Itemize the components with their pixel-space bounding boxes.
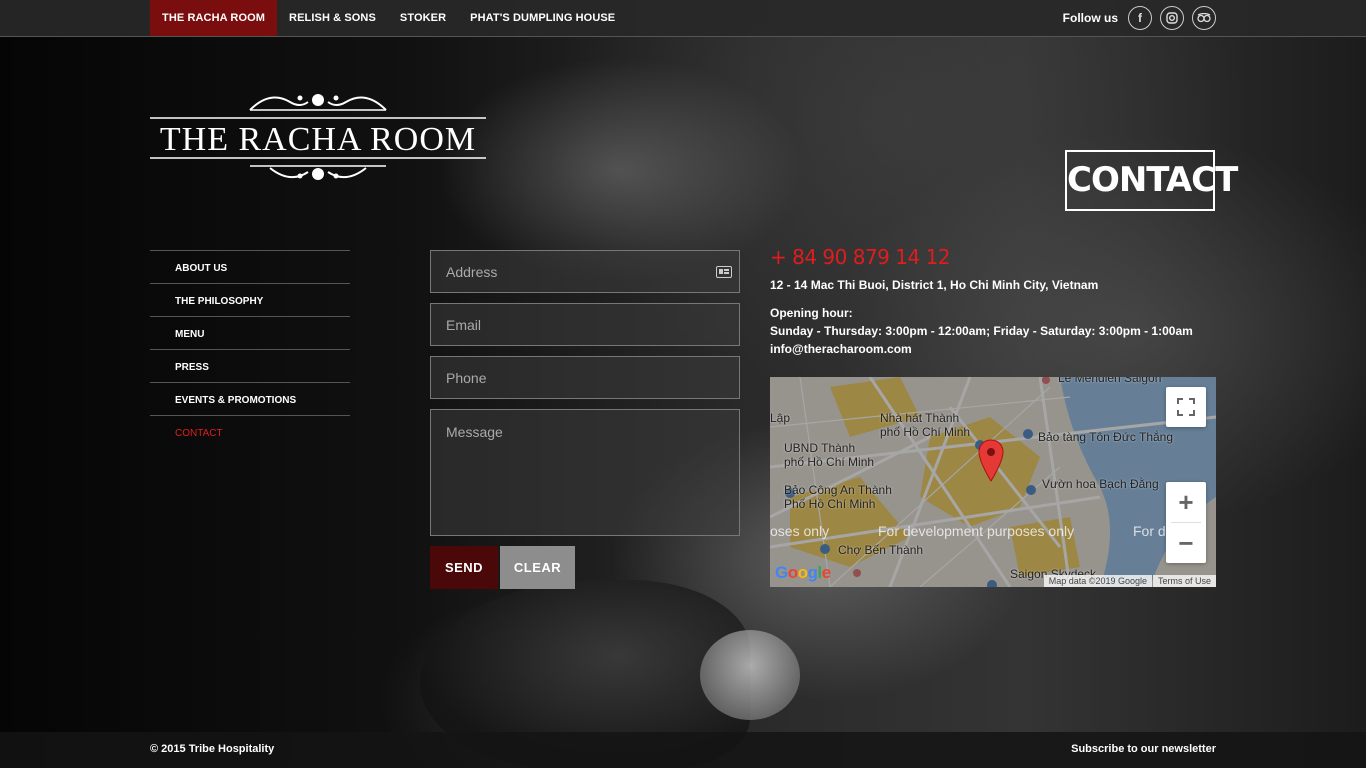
contact-info: + 84 90 879 14 12 12 - 14 Mac Thi Buoi, … (770, 244, 1220, 356)
address-field-wrapper (430, 250, 740, 293)
clear-button[interactable]: CLEAR (500, 546, 575, 589)
map-data-credit: Map data ©2019 Google (1043, 575, 1152, 587)
message-textarea[interactable] (431, 410, 739, 535)
map-label-vuon-hoa: Vườn hoa Bạch Đằng (1042, 477, 1159, 491)
side-menu-menu[interactable]: MENU (150, 317, 350, 350)
map-dev-watermark-left: oses only (770, 523, 830, 539)
map-label-le-meridien: Le Meridien Saigon (1058, 377, 1162, 385)
map-label-bao-tang: Bảo tàng Tôn Đức Thắng (1038, 430, 1174, 444)
map-label-ubnd-2: phố Hồ Chí Minh (784, 455, 875, 469)
side-menu-press[interactable]: PRESS (150, 350, 350, 383)
logo-text: THE RACHA ROOM (159, 121, 477, 158)
message-field-wrapper (430, 409, 740, 536)
side-menu-about-us[interactable]: ABOUT US (150, 251, 350, 284)
zoom-control: + − (1166, 482, 1206, 563)
opening-hours-label: Opening hour: (770, 306, 853, 320)
terms-of-use-link[interactable]: Terms of Use (1152, 575, 1216, 587)
logo[interactable]: THE RACHA ROOM (150, 88, 486, 190)
phone-input[interactable] (431, 357, 739, 398)
footer: © 2015 Tribe Hospitality Subscribe to ou… (0, 732, 1366, 768)
tripadvisor-icon[interactable] (1192, 6, 1216, 30)
follow-us: Follow us f (1063, 5, 1216, 31)
map-marker-icon[interactable] (978, 439, 1004, 483)
side-menu: ABOUT US THE PHILOSOPHY MENU PRESS EVENT… (150, 250, 350, 449)
map-attribution: Map data ©2019 Google Terms of Use (1043, 575, 1216, 587)
map-label-ubnd: UBND Thành (784, 441, 856, 455)
send-button[interactable]: SEND (430, 546, 498, 589)
top-nav-the-racha-room[interactable]: THE RACHA ROOM (150, 0, 278, 36)
google-logo[interactable]: Google (775, 563, 831, 583)
fullscreen-icon (1177, 398, 1195, 416)
top-nav-relish-sons[interactable]: RELISH & SONS (277, 0, 388, 36)
top-nav-stoker[interactable]: STOKER (388, 0, 458, 36)
phone-number[interactable]: + 84 90 879 14 12 (770, 244, 1220, 270)
instagram-icon[interactable] (1160, 6, 1184, 30)
map-label-nha-hat: Nhà hát Thành (880, 411, 960, 425)
form-buttons: SEND CLEAR (430, 546, 740, 589)
map-dev-watermark-right: For d (1133, 523, 1166, 539)
page-title: CONTACT (1065, 150, 1238, 211)
address-card-icon (716, 266, 732, 278)
follow-us-label: Follow us (1062, 11, 1118, 25)
opening-hours: Sunday - Thursday: 3:00pm - 12:00am; Fri… (770, 324, 1193, 338)
map-label-lap: Lập (770, 411, 791, 425)
newsletter-link[interactable]: Subscribe to our newsletter (1071, 743, 1216, 755)
zoom-out-button[interactable]: − (1166, 523, 1206, 563)
side-menu-the-philosophy[interactable]: THE PHILOSOPHY (150, 284, 350, 317)
map-label-cho-ben-thanh: Chợ Bến Thành (838, 543, 924, 557)
phone-field-wrapper (430, 356, 740, 399)
map-label-bao-cong-an: Bảo Công An Thành (784, 483, 892, 497)
zoom-in-button[interactable]: + (1166, 482, 1206, 522)
contact-form: SEND CLEAR (430, 250, 740, 589)
copyright: © 2015 Tribe Hospitality (150, 743, 275, 755)
email-link[interactable]: info@theracharoom.com (770, 342, 1220, 356)
google-map[interactable]: Lập Nhà hát Thành phố Hồ Chí Minh UBND T… (770, 377, 1216, 587)
fullscreen-button[interactable] (1166, 387, 1206, 427)
top-nav: THE RACHA ROOM RELISH & SONS STOKER PHAT… (150, 0, 627, 36)
top-bar: THE RACHA ROOM RELISH & SONS STOKER PHAT… (0, 0, 1366, 37)
side-menu-events-promotions[interactable]: EVENTS & PROMOTIONS (150, 383, 350, 416)
address-input[interactable] (431, 251, 739, 292)
map-label-bao-cong-an-2: Phố Hồ Chí Minh (784, 497, 876, 511)
street-address: 12 - 14 Mac Thi Buoi, District 1, Ho Chi… (770, 278, 1099, 292)
map-dev-watermark: For development purposes only (878, 523, 1075, 539)
map-label-nha-hat-2: phố Hồ Chí Minh (880, 425, 971, 439)
background-bowl (700, 630, 800, 720)
email-input[interactable] (431, 304, 739, 345)
side-menu-contact[interactable]: CONTACT (150, 416, 350, 449)
top-nav-phats-dumpling-house[interactable]: PHAT'S DUMPLING HOUSE (458, 0, 627, 36)
facebook-icon[interactable]: f (1128, 6, 1152, 30)
email-field-wrapper (430, 303, 740, 346)
